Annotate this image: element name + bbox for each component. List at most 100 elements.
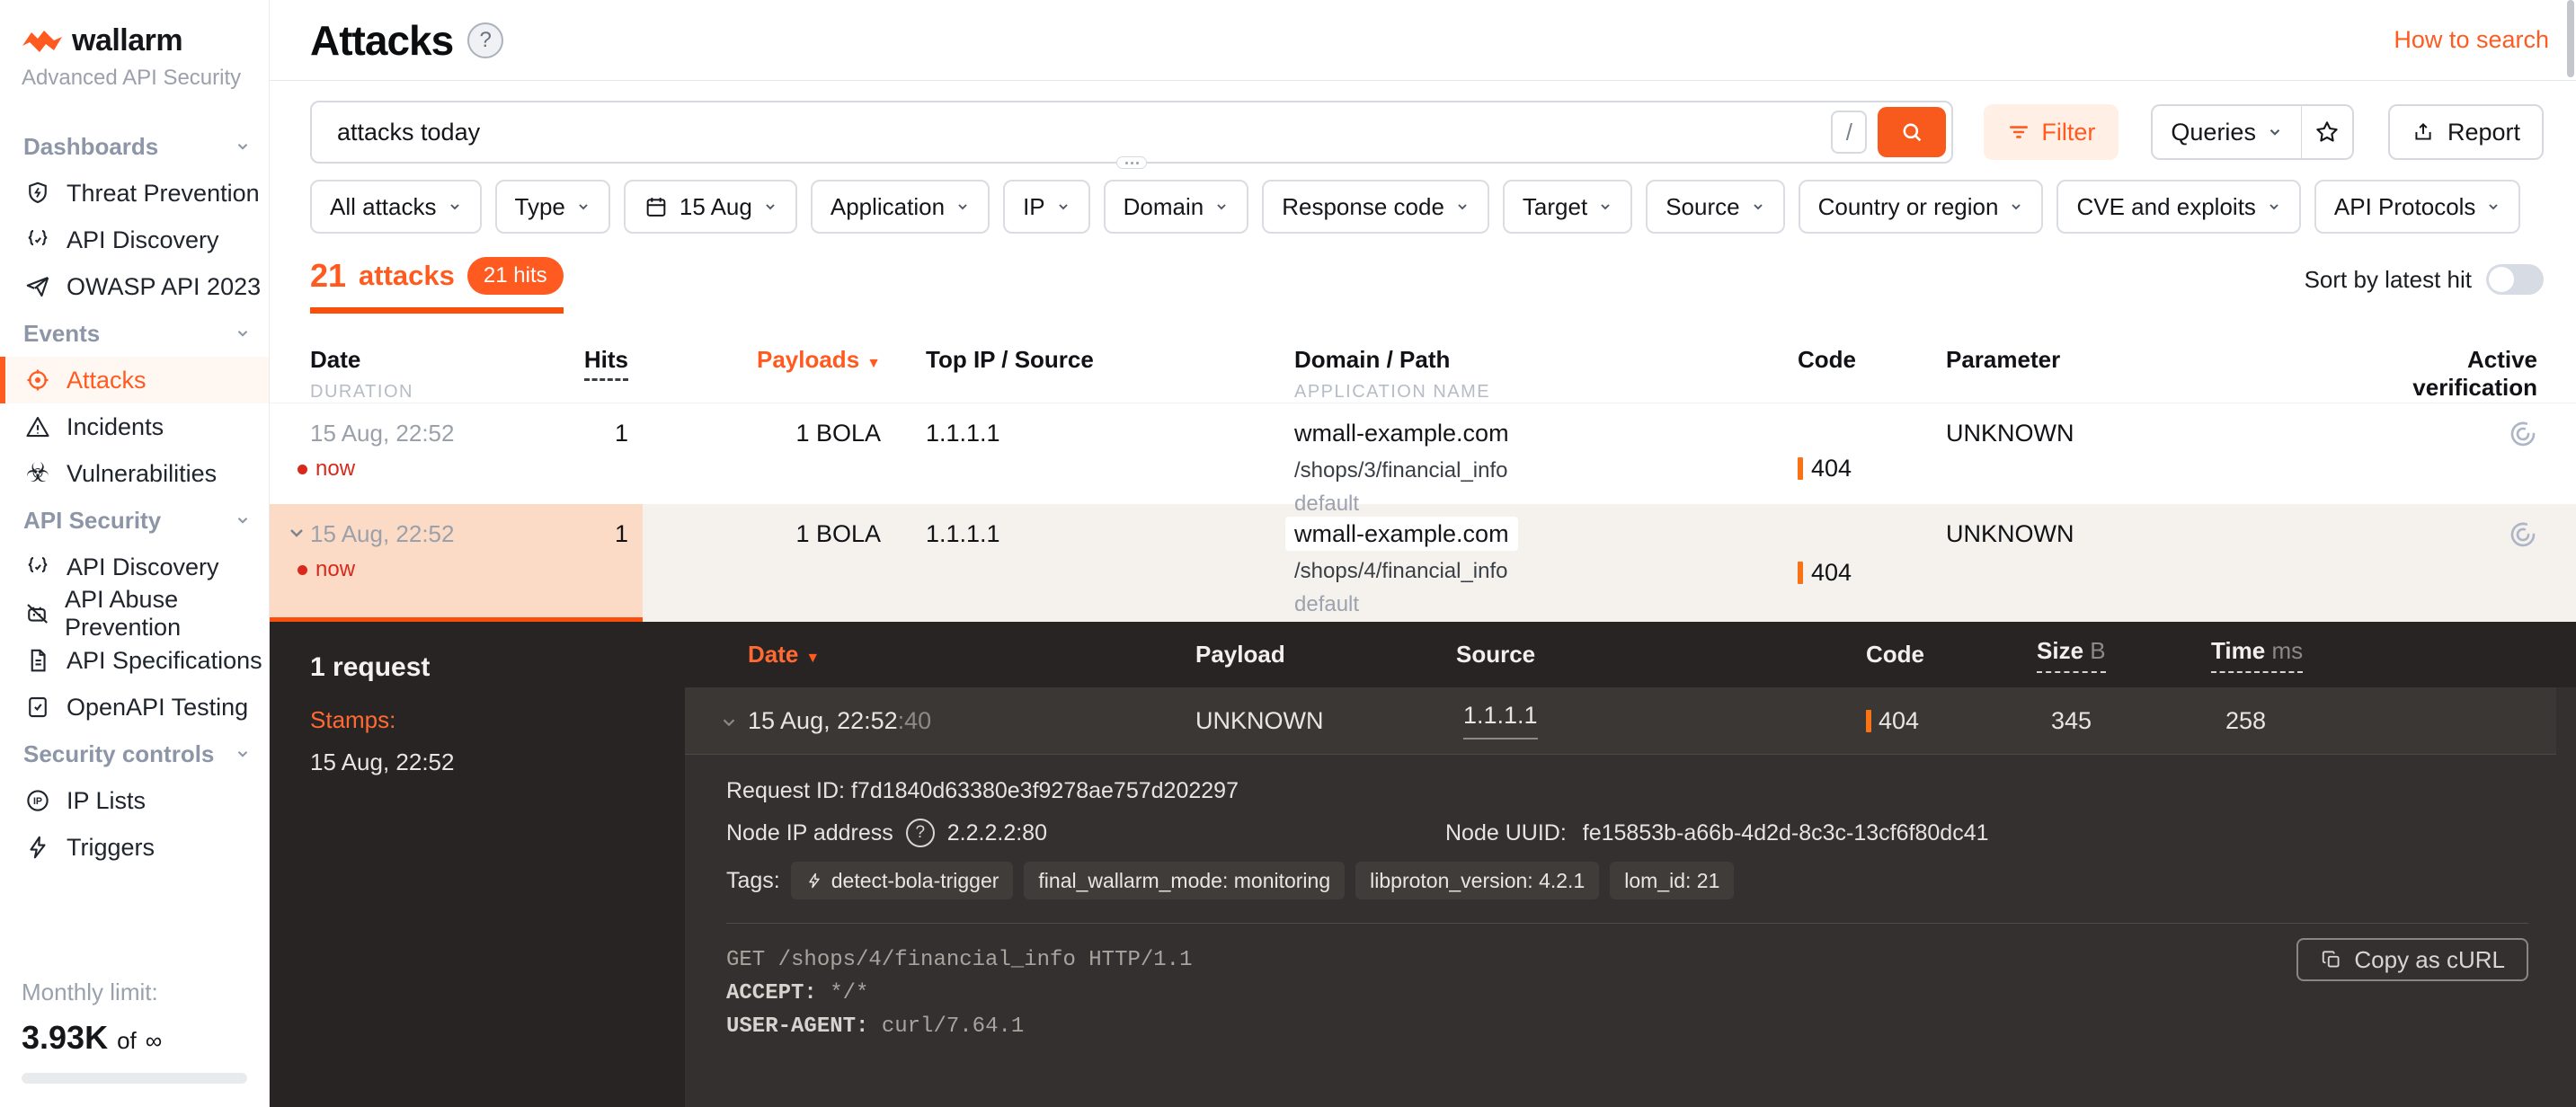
column-header-parameter[interactable]: Parameter (1946, 346, 2157, 403)
sidebar-item-threat-prevention[interactable]: Threat Prevention (0, 170, 269, 217)
filter-chip-country[interactable]: Country or region (1799, 180, 2044, 234)
chevron-down-icon (955, 199, 970, 214)
request-date-seconds: :40 (898, 707, 932, 734)
column-header-code[interactable]: Code (1834, 641, 2013, 669)
sidebar-item-triggers[interactable]: Triggers (0, 824, 269, 871)
copy-as-curl-button[interactable]: Copy as cURL (2296, 938, 2528, 981)
sidebar: wallarm Advanced API Security Dashboards… (0, 0, 270, 1107)
favorite-star-button[interactable] (2302, 104, 2354, 160)
attack-count: 21 (310, 257, 346, 295)
request-row[interactable]: 15 Aug, 22:52:40 UNKNOWN 1.1.1.1 404 345… (685, 687, 2556, 755)
tag-lom-id[interactable]: lom_id: 21 (1610, 862, 1734, 899)
tags-label: Tags: (726, 868, 780, 894)
filter-chip-all-attacks[interactable]: All attacks (310, 180, 482, 234)
filter-chip-api-protocols[interactable]: API Protocols (2314, 180, 2521, 234)
column-header-source[interactable]: Source (1456, 641, 1834, 669)
request-source[interactable]: 1.1.1.1 (1463, 702, 1538, 739)
sidebar-item-attacks[interactable]: Attacks (0, 357, 269, 403)
sidebar-item-openapi-testing[interactable]: OpenAPI Testing (0, 684, 269, 731)
filter-chip-target[interactable]: Target (1503, 180, 1632, 234)
attack-domain[interactable]: wmall-example.com (1294, 420, 1798, 447)
filter-chip-date[interactable]: 15 Aug (624, 180, 797, 234)
target-icon (23, 366, 52, 394)
attack-hits: 1 (615, 520, 628, 617)
sidebar-item-vulnerabilities[interactable]: ☣ Vulnerabilities (0, 450, 269, 497)
how-to-search-link[interactable]: How to search (2394, 26, 2549, 54)
filter-chip-domain[interactable]: Domain (1104, 180, 1249, 234)
attack-domain[interactable]: wmall-example.com (1285, 517, 1518, 551)
sidebar-section-api-security[interactable]: API Security (0, 497, 269, 544)
wallarm-logo-icon (22, 29, 63, 54)
request-time: 258 (2184, 707, 2556, 735)
column-header-size[interactable]: Size B (2013, 637, 2184, 673)
attack-payloads: 1 BOLA (643, 504, 899, 624)
attack-count-tab[interactable]: 21 attacks 21 hits (310, 257, 564, 314)
column-header-code[interactable]: Code (1798, 346, 1946, 403)
column-header-date[interactable]: Date▼ (685, 641, 1195, 669)
sort-desc-icon: ▼ (866, 356, 881, 371)
filter-chip-cve[interactable]: CVE and exploits (2056, 180, 2300, 234)
chevron-down-icon (2267, 199, 2281, 214)
filter-chip-ip[interactable]: IP (1003, 180, 1090, 234)
chevron-down-icon (1056, 199, 1070, 214)
column-header-date[interactable]: Date (310, 346, 413, 374)
filter-chip-source[interactable]: Source (1646, 180, 1784, 234)
stamps-value: 15 Aug, 22:52 (310, 748, 685, 776)
export-icon (2412, 120, 2435, 144)
star-icon (2314, 119, 2341, 146)
chevron-down-icon (235, 512, 251, 528)
help-icon[interactable]: ? (467, 22, 503, 58)
vertical-scrollbar[interactable] (2567, 0, 2574, 77)
filter-button[interactable]: Filter (1984, 104, 2119, 160)
sidebar-item-owasp-api-2023[interactable]: OWASP API 2023 (0, 263, 269, 310)
attack-row-1[interactable]: 15 Aug, 22:52 now 1 1 BOLA 1.1.1.1 wmall… (270, 403, 2576, 504)
sidebar-item-ip-lists[interactable]: IP IP Lists (0, 777, 269, 824)
brand: wallarm Advanced API Security (0, 0, 269, 91)
column-header-payloads[interactable]: Payloads▼ (643, 346, 899, 403)
ip-icon: IP (23, 786, 52, 815)
chevron-down-icon[interactable] (286, 522, 307, 544)
chevron-down-icon (1214, 199, 1229, 214)
tag-libproton-version[interactable]: libproton_version: 4.2.1 (1355, 862, 1599, 899)
column-header-domain[interactable]: Domain / Path (1294, 346, 1798, 374)
column-header-payload[interactable]: Payload (1195, 641, 1456, 669)
column-header-top-ip[interactable]: Top IP / Source (899, 346, 1294, 403)
queries-button[interactable]: Queries (2151, 104, 2302, 160)
brand-tagline: Advanced API Security (22, 66, 269, 91)
chevron-down-icon (2009, 199, 2023, 214)
monthly-limit: Monthly limit: 3.93K of ∞ (22, 979, 247, 1084)
http-request-line: GET /shops/4/financial_info HTTP/1.1 (726, 943, 2528, 977)
help-icon[interactable]: ? (906, 819, 935, 847)
request-panel-summary: 1 request Stamps: 15 Aug, 22:52 (270, 622, 685, 1107)
chevron-down-icon (2267, 124, 2283, 140)
search-resize-handle[interactable] (1116, 156, 1147, 169)
sidebar-section-events[interactable]: Events (0, 310, 269, 357)
chevron-down-icon[interactable] (719, 713, 739, 732)
sidebar-item-api-specifications[interactable]: API Specifications (0, 637, 269, 684)
report-button[interactable]: Report (2388, 104, 2544, 160)
http-header-accept: ACCEPT: */* (726, 977, 2528, 1010)
code-status-bar (1798, 562, 1803, 584)
search-button[interactable] (1878, 107, 1946, 157)
request-count: 1 request (310, 652, 685, 683)
column-header-hits[interactable]: Hits (584, 346, 628, 381)
tag-detect-bola-trigger[interactable]: detect-bola-trigger (791, 862, 1014, 899)
filter-chip-response-code[interactable]: Response code (1262, 180, 1489, 234)
attack-hits: 1 (615, 420, 628, 517)
hits-badge: 21 hits (467, 257, 564, 295)
sidebar-item-api-discovery-2[interactable]: API Discovery (0, 544, 269, 590)
search-input[interactable] (312, 102, 1831, 162)
filter-chip-application[interactable]: Application (811, 180, 990, 234)
sidebar-item-api-abuse-prevention[interactable]: API Abuse Prevention (0, 590, 269, 637)
sidebar-item-incidents[interactable]: Incidents (0, 403, 269, 450)
sort-toggle[interactable] (2486, 264, 2544, 295)
request-details-panel: 1 request Stamps: 15 Aug, 22:52 Date▼ Pa… (270, 622, 2576, 1107)
sidebar-section-security-controls[interactable]: Security controls (0, 731, 269, 777)
sidebar-item-api-discovery[interactable]: API Discovery (0, 217, 269, 263)
attack-row-2-expanded[interactable]: 15 Aug, 22:52 now 1 1 BOLA 1.1.1.1 wmall… (270, 504, 2576, 624)
sidebar-section-dashboards[interactable]: Dashboards (0, 123, 269, 170)
tag-final-wallarm-mode[interactable]: final_wallarm_mode: monitoring (1024, 862, 1345, 899)
topbar: Attacks ? How to search (270, 0, 2576, 81)
column-header-time[interactable]: Time ms (2184, 637, 2576, 673)
filter-chip-type[interactable]: Type (495, 180, 610, 234)
